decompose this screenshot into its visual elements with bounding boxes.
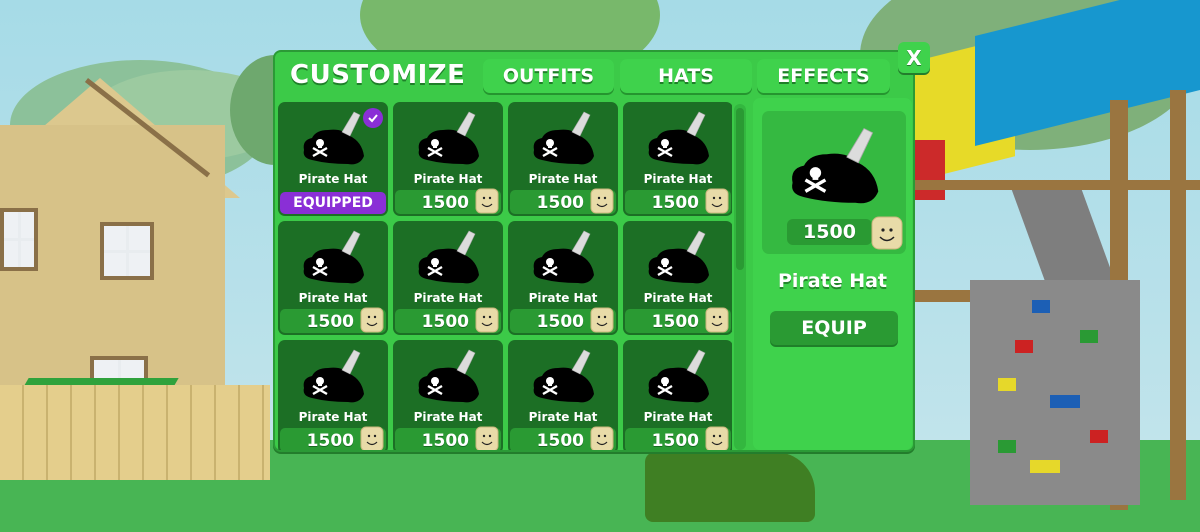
- tab-label: HATS: [658, 65, 714, 87]
- item-card[interactable]: Pirate Hat 1500: [623, 221, 732, 335]
- house-window: [0, 208, 38, 271]
- item-card[interactable]: Pirate Hat 1500: [393, 340, 503, 450]
- item-name: Pirate Hat: [643, 291, 713, 305]
- climbing-hold: [1080, 330, 1098, 343]
- item-name: Pirate Hat: [528, 291, 598, 305]
- item-price: 1500: [421, 431, 469, 450]
- item-card[interactable]: Pirate Hat 1500: [508, 340, 618, 450]
- roblox-face-coin-icon: [475, 426, 499, 450]
- tab-effects[interactable]: EFFECTS: [757, 59, 890, 93]
- item-name: Pirate Hat: [528, 172, 598, 186]
- roblox-face-coin-icon: [590, 426, 614, 450]
- roblox-face-coin-icon: [475, 188, 499, 214]
- roblox-face-coin-icon: [590, 188, 614, 214]
- pirate-hat-icon: [648, 111, 709, 165]
- item-grid: Pirate Hat EQUIPPED Pirate Hat 1500 Pirate H…: [276, 102, 732, 450]
- playground-post: [1170, 90, 1186, 500]
- checkmark-icon: [363, 108, 383, 128]
- item-name: Pirate Hat: [413, 410, 483, 424]
- wooden-fence: [0, 385, 270, 480]
- climbing-hold: [1015, 340, 1033, 353]
- pirate-hat-icon: [418, 230, 479, 284]
- item-price: 1500: [421, 312, 469, 332]
- item-name: Pirate Hat: [298, 410, 368, 424]
- pirate-hat-icon: [648, 230, 709, 284]
- item-price: 1500: [536, 193, 584, 213]
- item-card[interactable]: Pirate Hat 1500: [278, 221, 388, 335]
- item-name: Pirate Hat: [298, 291, 368, 305]
- item-price: 1500: [421, 193, 469, 213]
- roblox-face-coin-icon: [360, 307, 384, 333]
- item-name: Pirate Hat: [298, 172, 368, 186]
- roblox-face-coin-icon: [590, 307, 614, 333]
- item-card[interactable]: Pirate Hat 1500: [508, 221, 618, 335]
- item-card[interactable]: Pirate Hat 1500: [393, 221, 503, 335]
- scrollbar-thumb[interactable]: [736, 108, 744, 270]
- scrollbar[interactable]: [734, 104, 746, 450]
- pirate-hat-icon: [533, 111, 594, 165]
- item-price: 1500: [536, 431, 584, 450]
- item-price: 1500: [651, 193, 699, 213]
- item-card[interactable]: Pirate Hat 1500: [508, 102, 618, 216]
- roblox-face-coin-icon: [705, 426, 729, 450]
- tab-label: OUTFITS: [502, 65, 595, 87]
- playground-deck: [915, 290, 975, 302]
- climbing-hold: [1050, 395, 1080, 408]
- item-name: Pirate Hat: [413, 291, 483, 305]
- tab-outfits[interactable]: OUTFITS: [483, 59, 614, 93]
- equip-button[interactable]: EQUIP: [770, 311, 898, 345]
- selected-item-name: Pirate Hat: [777, 270, 888, 292]
- roblox-face-coin-icon: [705, 307, 729, 333]
- pirate-hat-icon: [792, 127, 879, 204]
- item-name: Pirate Hat: [643, 172, 713, 186]
- item-card[interactable]: Pirate Hat 1500: [623, 340, 732, 450]
- climbing-hold: [1032, 300, 1050, 313]
- pirate-hat-icon: [303, 230, 364, 284]
- roblox-face-coin-icon: [360, 426, 384, 450]
- item-name: Pirate Hat: [528, 410, 598, 424]
- item-card[interactable]: Pirate Hat 1500: [623, 102, 732, 216]
- roblox-face-coin-icon: [705, 188, 729, 214]
- panel-title: CUSTOMIZE: [290, 60, 466, 90]
- item-price: 1500: [651, 431, 699, 450]
- roblox-face-coin-icon: [475, 307, 499, 333]
- item-name: Pirate Hat: [643, 410, 713, 424]
- item-preview: 1500: [762, 111, 906, 254]
- equipped-badge: EQUIPPED: [280, 192, 386, 214]
- pirate-hat-icon: [533, 349, 594, 403]
- pirate-hat-icon: [303, 111, 364, 165]
- playground-beam: [915, 180, 1200, 190]
- item-card[interactable]: Pirate Hat EQUIPPED: [278, 102, 388, 216]
- item-name: Pirate Hat: [413, 172, 483, 186]
- tab-hats[interactable]: HATS: [620, 59, 752, 93]
- close-button[interactable]: X: [898, 42, 930, 73]
- item-card[interactable]: Pirate Hat 1500: [393, 102, 503, 216]
- climbing-wall: [970, 280, 1140, 505]
- climbing-hold: [998, 440, 1016, 453]
- pirate-hat-icon: [418, 111, 479, 165]
- item-price: 1500: [306, 431, 354, 450]
- item-card[interactable]: Pirate Hat 1500: [278, 340, 388, 450]
- roblox-face-coin-icon: [871, 216, 903, 250]
- pirate-hat-icon: [648, 349, 709, 403]
- playground-red-panel: [915, 140, 945, 200]
- house-window: [100, 222, 154, 280]
- pirate-hat-icon: [418, 349, 479, 403]
- tab-label: EFFECTS: [777, 65, 870, 87]
- pirate-hat-icon: [303, 349, 364, 403]
- playground-slide: [645, 452, 815, 522]
- customize-panel: CUSTOMIZE OUTFITS HATS EFFECTS Pirate Ha…: [273, 50, 915, 452]
- preview-price: 1500: [803, 221, 856, 243]
- pirate-hat-icon: [533, 230, 594, 284]
- climbing-hold: [998, 378, 1016, 391]
- climbing-hold: [1090, 430, 1108, 443]
- item-detail-pane: 1500 Pirate Hat EQUIP: [753, 98, 912, 450]
- item-price: 1500: [536, 312, 584, 332]
- item-price: 1500: [651, 312, 699, 332]
- item-price: 1500: [306, 312, 354, 332]
- climbing-hold: [1030, 460, 1060, 473]
